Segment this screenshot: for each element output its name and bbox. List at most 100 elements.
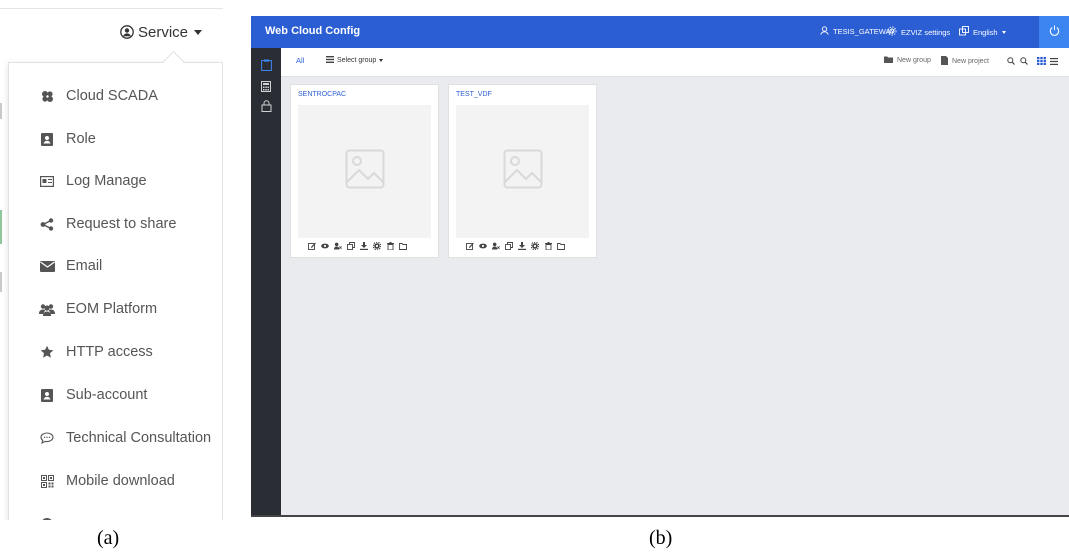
project-name[interactable]: TEST_VDF xyxy=(456,91,492,98)
divider xyxy=(0,8,223,9)
menu-item-label: Sub-account xyxy=(66,387,148,403)
user-remove-icon[interactable] xyxy=(334,242,342,250)
user-remove-icon[interactable] xyxy=(492,242,500,250)
project-name[interactable]: SENTROCPAC xyxy=(298,91,346,98)
search-icon[interactable] xyxy=(1006,56,1016,66)
menu-item-mobile-download[interactable]: Mobile download xyxy=(9,466,222,496)
language-selector[interactable]: English xyxy=(959,26,1006,38)
user-circle-icon xyxy=(120,25,134,39)
download-icon[interactable] xyxy=(360,242,368,250)
role-card-icon xyxy=(39,131,55,147)
chevron-down-icon xyxy=(379,59,384,62)
language-label: English xyxy=(973,27,998,37)
menu-item-label: Request to share xyxy=(66,216,177,232)
language-icon xyxy=(959,26,969,38)
chevron-down-icon xyxy=(1001,30,1006,34)
project-card[interactable]: SENTROCPAC xyxy=(290,84,439,258)
select-group-dropdown[interactable]: Select group xyxy=(326,56,384,65)
menu-item-technical-consultation[interactable]: Technical Consultation xyxy=(9,423,222,453)
edit-icon[interactable] xyxy=(308,242,316,250)
users-icon xyxy=(39,301,55,317)
chat-bubble-icon xyxy=(39,430,55,446)
web-cloud-config-app: Web Cloud Config TESIS_GATEWAY EZVIZ set… xyxy=(251,16,1069,517)
grid-view-icon[interactable] xyxy=(1036,56,1046,66)
project-actions xyxy=(466,242,565,250)
download-icon[interactable] xyxy=(518,242,526,250)
projects-clipboard-icon[interactable] xyxy=(259,58,273,72)
delete-icon[interactable] xyxy=(544,242,552,250)
sub-account-icon xyxy=(39,387,55,403)
menu-item-eom-platform[interactable]: EOM Platform xyxy=(9,294,222,324)
background-edge-mark xyxy=(0,272,2,292)
new-project-button[interactable]: New project xyxy=(941,56,989,67)
list-view-icon[interactable] xyxy=(1049,56,1059,66)
list-icon xyxy=(326,56,334,65)
menu-item-http-access[interactable]: HTTP access xyxy=(9,337,222,367)
settings-icon[interactable] xyxy=(373,242,381,250)
view-icon[interactable] xyxy=(321,242,329,250)
username: TESIS_GATEWAY xyxy=(833,27,895,36)
folder-icon[interactable] xyxy=(557,242,565,250)
star-icon xyxy=(39,344,55,360)
project-card[interactable]: TEST_VDF xyxy=(448,84,597,258)
menu-item-label: Role xyxy=(66,131,96,147)
ezviz-settings-link[interactable]: EZVIZ settings xyxy=(887,26,950,38)
menu-item-help-partial[interactable] xyxy=(9,509,222,520)
new-group-button[interactable]: New group xyxy=(884,56,931,65)
user-account-menu[interactable]: TESIS_GATEWAY xyxy=(820,26,895,37)
service-menu-panel: Service Cloud SCADA Role Log Manage Requ… xyxy=(0,0,223,520)
menu-item-label: Log Manage xyxy=(66,173,147,189)
edit-icon[interactable] xyxy=(466,242,474,250)
zoom-search-icon[interactable] xyxy=(1019,56,1029,66)
select-group-label: Select group xyxy=(337,57,377,64)
cloud-scada-icon xyxy=(39,88,55,104)
view-icon[interactable] xyxy=(479,242,487,250)
image-placeholder-icon xyxy=(345,149,385,194)
lock-icon[interactable] xyxy=(259,99,273,113)
project-toolbar: All Select group New group New project xyxy=(281,48,1069,77)
service-label: Service xyxy=(138,23,189,41)
top-navigation-bar: Web Cloud Config TESIS_GATEWAY EZVIZ set… xyxy=(251,16,1069,48)
tab-all[interactable]: All xyxy=(296,56,304,65)
delete-icon[interactable] xyxy=(386,242,394,250)
log-manage-icon xyxy=(39,173,55,189)
service-dropdown-button[interactable]: Service xyxy=(120,20,203,44)
background-edge-mark xyxy=(0,103,2,119)
project-actions xyxy=(308,242,407,250)
caption-b: (b) xyxy=(649,527,673,549)
menu-item-sub-account[interactable]: Sub-account xyxy=(9,380,222,410)
folder-icon xyxy=(884,56,893,65)
menu-item-cloud-scada[interactable]: Cloud SCADA xyxy=(9,81,222,111)
folder-icon[interactable] xyxy=(399,242,407,250)
background-edge-mark xyxy=(0,210,2,244)
new-group-label: New group xyxy=(897,57,931,64)
user-icon xyxy=(820,26,829,37)
power-icon xyxy=(1049,23,1060,41)
settings-label: EZVIZ settings xyxy=(901,27,951,37)
copy-icon[interactable] xyxy=(347,242,355,250)
menu-item-log-manage[interactable]: Log Manage xyxy=(9,166,222,196)
left-sidebar xyxy=(251,48,281,517)
menu-item-label: Cloud SCADA xyxy=(66,88,158,104)
qr-code-icon xyxy=(39,473,55,489)
copy-icon[interactable] xyxy=(505,242,513,250)
share-icon xyxy=(39,216,55,232)
file-icon xyxy=(941,56,948,67)
settings-icon[interactable] xyxy=(531,242,539,250)
menu-item-label: HTTP access xyxy=(66,344,153,360)
calculator-icon[interactable] xyxy=(259,79,273,93)
project-thumbnail[interactable] xyxy=(298,105,431,238)
menu-item-label: Technical Consultation xyxy=(66,430,212,446)
chevron-down-icon xyxy=(194,29,203,35)
envelope-icon xyxy=(39,258,55,274)
menu-item-email[interactable]: Email xyxy=(9,251,222,281)
image-placeholder-icon xyxy=(503,149,543,194)
menu-item-role[interactable]: Role xyxy=(9,124,222,154)
menu-item-label: Mobile download xyxy=(66,473,175,489)
new-project-label: New project xyxy=(952,58,989,65)
menu-item-request-to-share[interactable]: Request to share xyxy=(9,209,222,239)
caption-a: (a) xyxy=(97,527,120,549)
project-thumbnail[interactable] xyxy=(456,105,589,238)
app-brand[interactable]: Web Cloud Config xyxy=(265,25,360,37)
logout-button[interactable] xyxy=(1039,16,1069,48)
